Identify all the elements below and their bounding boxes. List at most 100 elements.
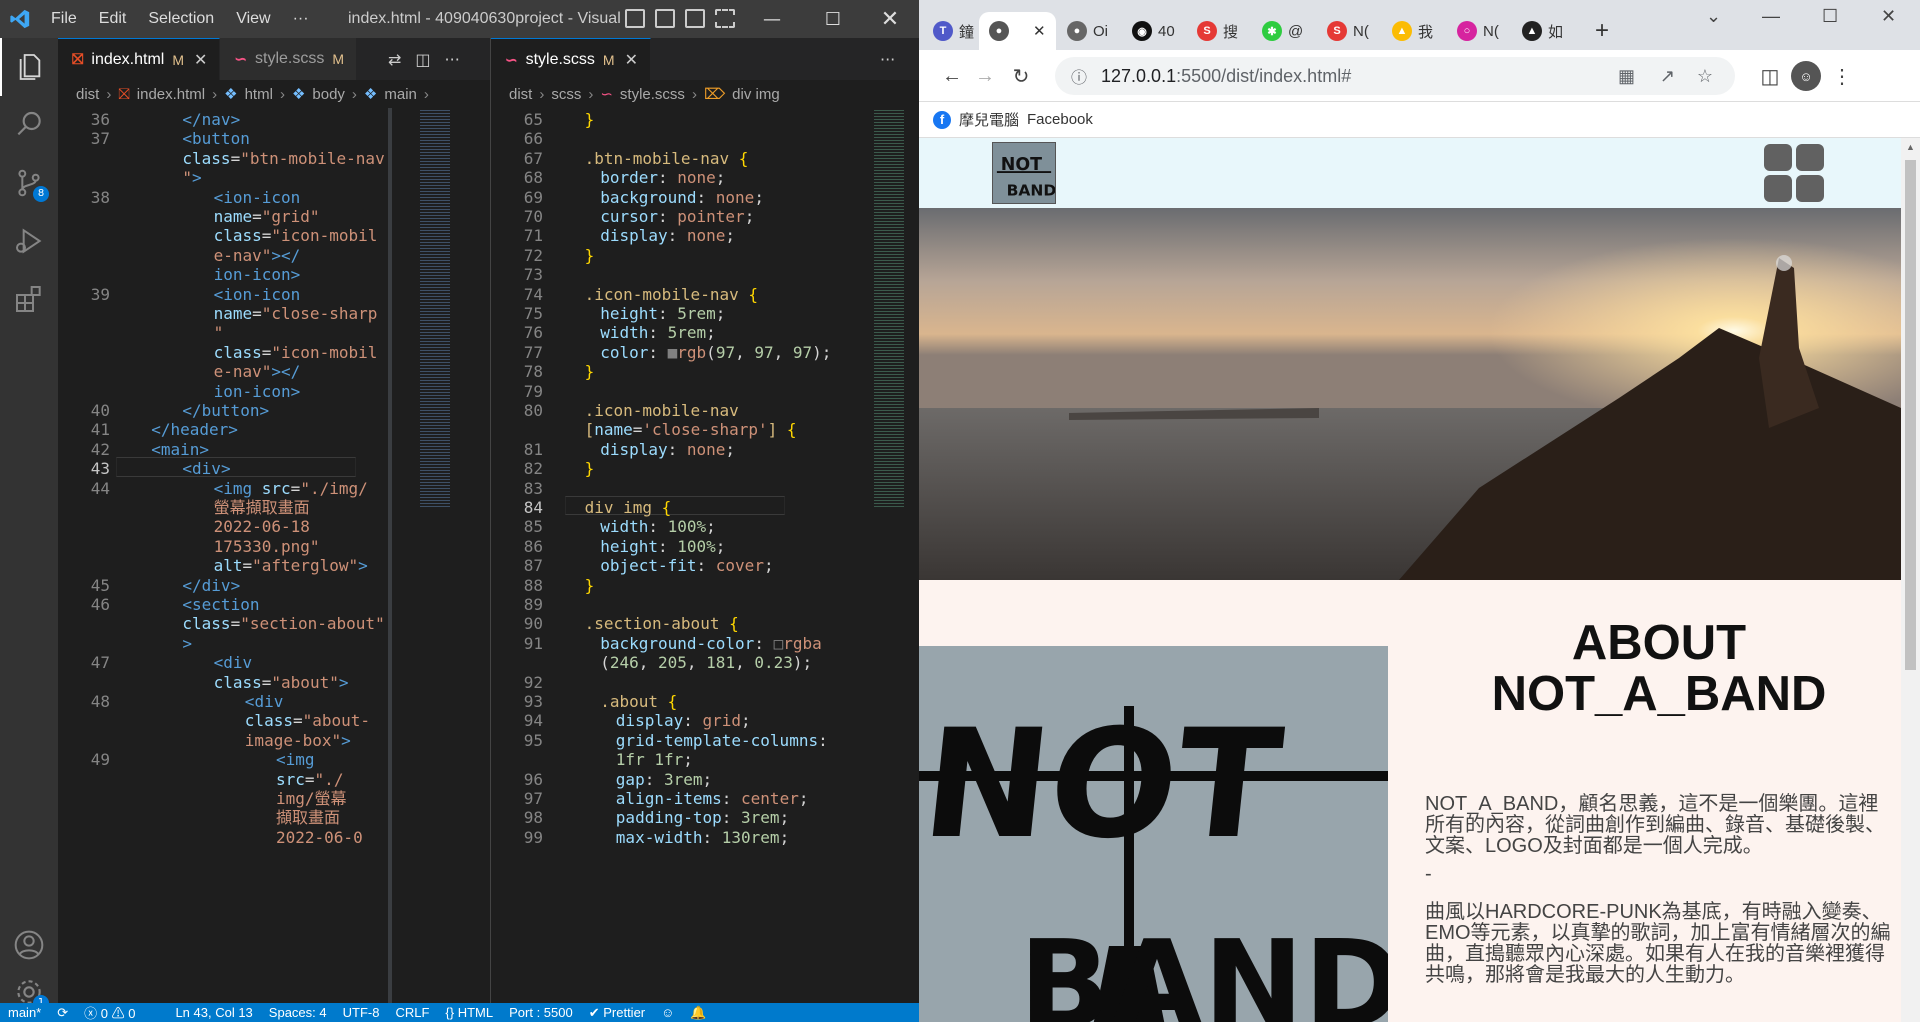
code-line[interactable]: name="close-sharp xyxy=(214,302,378,326)
indentation[interactable]: Spaces: 4 xyxy=(261,1005,335,1020)
minimap[interactable] xyxy=(420,108,450,508)
browser-tab-active[interactable]: ● ✕ xyxy=(979,12,1056,50)
translate-icon[interactable]: ▦ xyxy=(1618,66,1635,87)
open-changes-icon[interactable]: ⇄ xyxy=(388,50,401,69)
breadcrumb-item[interactable]: html xyxy=(245,86,273,103)
code-line[interactable]: 2022-06-0 xyxy=(276,826,363,850)
code-line[interactable]: class="section-about" xyxy=(182,612,384,636)
new-tab-button[interactable]: + xyxy=(1595,12,1609,50)
breadcrumb-item[interactable]: dist xyxy=(76,86,99,103)
code-line[interactable]: } xyxy=(585,360,595,384)
source-control-icon[interactable]: 8 xyxy=(0,154,58,212)
close-tab-icon[interactable]: ✕ xyxy=(1033,22,1046,40)
profile-avatar[interactable]: ☺ xyxy=(1791,61,1821,91)
breadcrumb-item[interactable]: div img xyxy=(732,86,780,103)
menu-edit[interactable]: Edit xyxy=(88,10,138,28)
browser-tab[interactable]: S搜 xyxy=(1197,12,1238,50)
line-ending[interactable]: CRLF xyxy=(387,1005,437,1020)
maximize-icon[interactable]: ☐ xyxy=(803,0,863,38)
close-window-icon[interactable]: ✕ xyxy=(1881,6,1896,27)
close-tab-icon[interactable]: ✕ xyxy=(194,50,207,70)
reload-icon[interactable]: ↻ xyxy=(1008,63,1034,89)
tab-style-scss[interactable]: ∽ style.scss M xyxy=(220,38,358,80)
bookmark-item[interactable]: 摩兒電腦 xyxy=(959,109,1019,130)
sync-icon[interactable]: ⟳ xyxy=(49,1005,76,1021)
breadcrumb-item[interactable]: main xyxy=(384,86,417,103)
bookmark-item[interactable]: Facebook xyxy=(1027,111,1093,128)
editor-group-right[interactable]: ∽ style.scss M ✕ ··· dist › scss › ∽ style.… xyxy=(491,38,919,1003)
browser-tab[interactable]: S N( xyxy=(1327,12,1369,50)
code-line[interactable]: } xyxy=(585,244,595,268)
tab-index-html[interactable]: ⛝ index.html M ✕ xyxy=(58,38,221,80)
minimize-icon[interactable]: — xyxy=(1762,6,1780,27)
search-icon[interactable] xyxy=(0,96,58,154)
browser-tab[interactable]: T鐘 xyxy=(933,12,974,50)
forward-icon[interactable]: → xyxy=(972,63,998,89)
browser-tab[interactable]: ◉ 40 xyxy=(1132,12,1175,50)
code-line[interactable]: } xyxy=(585,108,595,132)
share-icon[interactable]: ↗ xyxy=(1660,66,1675,87)
code-line[interactable]: display: none; xyxy=(600,438,735,462)
chrome-menu-icon[interactable]: ⋮ xyxy=(1829,63,1855,89)
minimap[interactable] xyxy=(874,108,904,508)
customize-layout-icon[interactable] xyxy=(715,9,735,28)
browser-tab[interactable]: ✱ @ xyxy=(1262,12,1303,50)
more-actions-icon[interactable]: ··· xyxy=(445,50,460,69)
branch-indicator[interactable]: main* xyxy=(0,1005,49,1020)
back-icon[interactable]: ← xyxy=(939,63,965,89)
toggle-secondary-sidebar-icon[interactable] xyxy=(685,9,705,28)
breadcrumb-item[interactable]: body xyxy=(312,86,345,103)
run-debug-icon[interactable] xyxy=(0,212,58,270)
notifications-icon[interactable]: 🔔 xyxy=(682,1005,714,1021)
toggle-sidebar-icon[interactable] xyxy=(625,9,645,28)
breadcrumb-item[interactable]: scss xyxy=(551,86,581,103)
menu-view[interactable]: View xyxy=(225,10,281,28)
site-logo[interactable]: NOT BAND xyxy=(992,142,1056,204)
extensions-icon[interactable] xyxy=(0,270,58,328)
code-line[interactable]: display: none; xyxy=(600,224,735,248)
page-scrollbar[interactable]: ▲ xyxy=(1901,138,1920,1022)
encoding[interactable]: UTF-8 xyxy=(335,1005,388,1020)
breadcrumb-item[interactable]: dist xyxy=(509,86,532,103)
minimize-icon[interactable]: — xyxy=(742,0,802,38)
address-bar[interactable]: ⓘ 127.0.0.1:5500/dist/index.html# ▦ ↗ ☆ xyxy=(1055,57,1735,95)
breadcrumb-item[interactable]: style.scss xyxy=(620,86,685,103)
code-line[interactable]: (246, 205, 181, 0.23); xyxy=(600,651,812,675)
language-mode[interactable]: {} HTML xyxy=(437,1005,501,1020)
prettier-status[interactable]: ✔ Prettier xyxy=(581,1005,653,1021)
breadcrumb-item[interactable]: index.html xyxy=(137,86,205,103)
browser-tab[interactable]: ○ N( xyxy=(1457,12,1499,50)
page-viewport[interactable]: NOT BAND NOT BAND ABOUT NOT_A_BAND NOT_A… xyxy=(919,138,1901,1022)
side-panel-icon[interactable]: ◫ xyxy=(1757,63,1783,89)
scroll-up-icon[interactable]: ▲ xyxy=(1906,142,1915,152)
browser-tab[interactable]: ▲ 我 xyxy=(1392,12,1433,50)
maximize-icon[interactable]: ☐ xyxy=(1822,6,1838,27)
close-window-icon[interactable]: ✕ xyxy=(860,0,919,38)
code-line[interactable]: > xyxy=(182,632,192,656)
menu-selection[interactable]: Selection xyxy=(137,10,225,28)
problems-indicator[interactable]: ⓧ 0 ⚠ 0 xyxy=(76,1003,143,1022)
tab-style-scss-right[interactable]: ∽ style.scss M ✕ xyxy=(491,38,651,80)
more-actions-icon[interactable]: ··· xyxy=(880,50,895,69)
toggle-panel-icon[interactable] xyxy=(655,9,675,28)
code-line[interactable]: } xyxy=(585,457,595,481)
code-line[interactable]: "> xyxy=(182,166,201,190)
menu-file[interactable]: File xyxy=(40,10,88,28)
feedback-icon[interactable]: ☺ xyxy=(653,1005,682,1020)
browser-tab[interactable]: ● Oi xyxy=(1067,12,1108,50)
browser-tab[interactable]: ▲ 如 xyxy=(1522,12,1563,50)
code-line[interactable]: max-width: 130rem; xyxy=(616,826,789,850)
close-tab-icon[interactable]: ✕ xyxy=(625,50,638,70)
menu-more[interactable]: ··· xyxy=(282,10,320,28)
editor-group-left[interactable]: ⛝ index.html M ✕ ∽ style.scss M ⇄ ◫ ··· … xyxy=(58,38,490,1003)
code-line[interactable]: } xyxy=(585,574,595,598)
code-line[interactable]: object-fit: cover; xyxy=(600,554,773,578)
explorer-icon[interactable] xyxy=(0,38,58,96)
split-editor-icon[interactable]: ◫ xyxy=(415,50,430,69)
scrollbar-thumb[interactable] xyxy=(1905,160,1916,670)
site-info-icon[interactable]: ⓘ xyxy=(1071,64,1087,88)
bookmark-star-icon[interactable]: ☆ xyxy=(1697,66,1713,87)
code-line[interactable]: class="btn-mobile-nav xyxy=(182,147,384,171)
code-line[interactable]: color: ■rgb(97, 97, 97); xyxy=(600,341,831,365)
live-server-port[interactable]: Port : 5500 xyxy=(501,1005,581,1020)
